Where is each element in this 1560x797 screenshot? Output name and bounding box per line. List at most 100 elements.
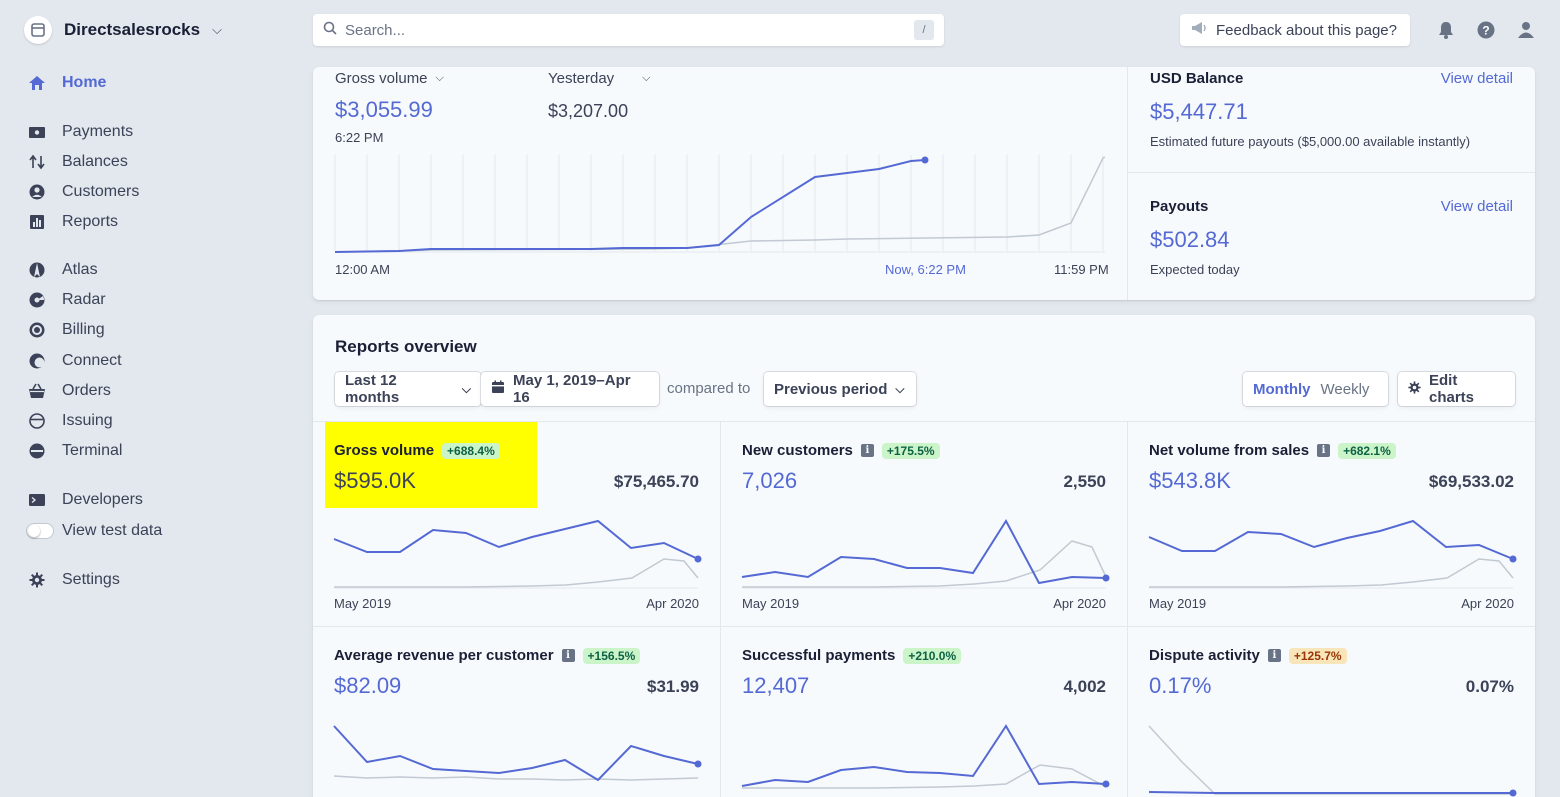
- info-icon[interactable]: i: [561, 649, 575, 662]
- metric-value: $82.09: [334, 673, 402, 698]
- bell-icon[interactable]: [1436, 20, 1456, 40]
- sidebar-item-billing[interactable]: Billing: [28, 319, 105, 341]
- user-icon[interactable]: [1516, 20, 1536, 40]
- metric-card-gross-volume[interactable]: Gross volume +688.4% $595.0K $75,465.70 …: [313, 421, 720, 626]
- metric-sparkline-net-volume: [1148, 519, 1517, 589]
- balance-divider: [1128, 172, 1535, 173]
- orders-icon: [28, 382, 46, 400]
- toggle-switch[interactable]: [26, 523, 54, 539]
- sidebar-item-atlas[interactable]: Atlas: [28, 259, 98, 281]
- chevron-down-icon: ⌵: [461, 381, 471, 396]
- metric-sparkline-avg-revenue: [333, 725, 702, 782]
- sidebar-item-issuing[interactable]: Issuing: [28, 410, 113, 432]
- metric-title-row: Gross volume +688.4%: [334, 442, 500, 459]
- current-line: [333, 725, 699, 782]
- sidebar-item-label: Terminal: [62, 442, 123, 459]
- today-card: Gross volume ⌵ Yesterday ⌵ $3,055.99 $3,…: [313, 67, 1535, 300]
- metric-title-row: New customers i +175.5%: [742, 442, 940, 459]
- payouts-view-detail-link[interactable]: View detail: [1441, 198, 1513, 215]
- today-metric-select[interactable]: Gross volume ⌵: [335, 70, 444, 87]
- sidebar-item-radar[interactable]: Radar: [28, 289, 106, 311]
- sidebar-item-customers[interactable]: Customers: [28, 181, 139, 203]
- atlas-icon: [28, 261, 46, 279]
- radar-icon: [28, 291, 46, 309]
- metric-title: Average revenue per customer: [334, 647, 554, 664]
- current-line: [741, 519, 1107, 585]
- metric-x-start: May 2019: [742, 596, 800, 611]
- metric-value: 12,407: [742, 673, 810, 698]
- info-icon[interactable]: i: [1317, 444, 1331, 457]
- today-metric-label: Gross volume: [335, 70, 428, 87]
- metric-previous-value: $31.99: [647, 677, 699, 696]
- sidebar-item-payments[interactable]: Payments: [28, 121, 133, 143]
- chevron-down-icon: ⌵: [642, 72, 651, 84]
- usd-balance-value: $5,447.71: [1150, 99, 1248, 124]
- today-gross-volume-panel: Gross volume ⌵ Yesterday ⌵ $3,055.99 $3,…: [313, 67, 1127, 300]
- metric-sparkline-successful-payments: [741, 724, 1110, 789]
- sidebar-item-orders[interactable]: Orders: [28, 380, 111, 402]
- info-icon[interactable]: i: [1267, 649, 1281, 662]
- sidebar: Directsalesrocks ⌵ Home Payments Balance…: [0, 0, 300, 797]
- sidebar-item-label: View test data: [62, 522, 163, 539]
- metric-card-dispute-activity[interactable]: Dispute activity i +125.7% 0.17% 0.07%: [1127, 626, 1535, 797]
- customers-icon: [28, 183, 46, 201]
- change-badge: +210.0%: [903, 647, 962, 664]
- compare-period-select[interactable]: Previous period ⌵: [764, 372, 916, 406]
- usd-balance-view-detail-link[interactable]: View detail: [1441, 70, 1513, 87]
- interval-toggle[interactable]: Monthly Weekly: [1243, 372, 1388, 406]
- current-point: [1509, 555, 1517, 563]
- metric-x-start: May 2019: [334, 596, 392, 611]
- feedback-button[interactable]: Feedback about this page?: [1180, 14, 1410, 46]
- search-input[interactable]: [345, 21, 914, 39]
- metric-card-net-volume[interactable]: Net volume from sales i +682.1% $543.8K …: [1127, 421, 1535, 626]
- edit-charts-button[interactable]: Edit charts: [1398, 372, 1515, 406]
- metric-value: $543.8K: [1149, 468, 1231, 493]
- today-compare-label: Yesterday: [548, 70, 615, 87]
- billing-icon: [28, 321, 46, 339]
- metric-title: Gross volume: [334, 442, 435, 459]
- metric-card-avg-revenue[interactable]: Average revenue per customer i +156.5% $…: [313, 626, 720, 797]
- terminal-icon: [28, 442, 46, 460]
- current-point: [1509, 789, 1517, 797]
- balances-icon: [28, 153, 46, 171]
- info-icon[interactable]: i: [860, 444, 874, 457]
- metric-card-new-customers[interactable]: New customers i +175.5% 7,026 2,550 May …: [720, 421, 1127, 626]
- date-range-picker[interactable]: May 1, 2019–Apr 16: [481, 372, 659, 406]
- payouts-value: $502.84: [1150, 227, 1230, 252]
- sidebar-item-home[interactable]: Home: [28, 72, 106, 94]
- sidebar-item-label: Atlas: [62, 261, 98, 278]
- sidebar-item-connect[interactable]: Connect: [28, 350, 122, 372]
- sidebar-item-label: Balances: [62, 153, 128, 170]
- search-bar[interactable]: /: [313, 14, 944, 46]
- sidebar-item-reports[interactable]: Reports: [28, 211, 118, 233]
- sidebar-item-settings[interactable]: Settings: [28, 569, 120, 591]
- change-badge: +682.1%: [1338, 442, 1396, 459]
- interval-weekly-option[interactable]: Weekly: [1321, 381, 1370, 398]
- metric-previous-value: 2,550: [1063, 472, 1106, 491]
- change-badge: +156.5%: [582, 647, 641, 664]
- today-compare-select[interactable]: Yesterday ⌵: [548, 70, 651, 87]
- test-data-toggle[interactable]: View test data: [26, 520, 162, 542]
- metric-previous-value: $69,533.02: [1428, 472, 1514, 491]
- range-select[interactable]: Last 12 months ⌵: [335, 372, 481, 406]
- today-x-now: Now, 6:22 PM: [885, 262, 966, 277]
- sidebar-item-developers[interactable]: Developers: [28, 489, 143, 511]
- metric-x-start: May 2019: [1149, 596, 1207, 611]
- help-icon[interactable]: ?: [1476, 20, 1496, 40]
- edit-charts-label: Edit charts: [1429, 372, 1475, 406]
- interval-monthly-option[interactable]: Monthly: [1253, 381, 1311, 398]
- comparison-line: [1148, 725, 1513, 795]
- connect-icon: [28, 352, 46, 370]
- sidebar-item-label: Connect: [62, 352, 122, 369]
- account-switcher[interactable]: Directsalesrocks ⌵: [24, 16, 222, 44]
- sidebar-item-label: Settings: [62, 571, 120, 588]
- metric-title: Successful payments: [742, 647, 896, 664]
- metric-card-successful-payments[interactable]: Successful payments +210.0% 12,407 4,002: [720, 626, 1127, 797]
- sidebar-item-label: Home: [62, 74, 107, 91]
- sidebar-item-terminal[interactable]: Terminal: [28, 440, 122, 462]
- svg-text:?: ?: [1482, 24, 1489, 38]
- metric-title-row: Average revenue per customer i +156.5%: [334, 647, 641, 664]
- current-point: [1102, 574, 1110, 582]
- metric-value: 0.17%: [1149, 673, 1212, 698]
- sidebar-item-balances[interactable]: Balances: [28, 151, 128, 173]
